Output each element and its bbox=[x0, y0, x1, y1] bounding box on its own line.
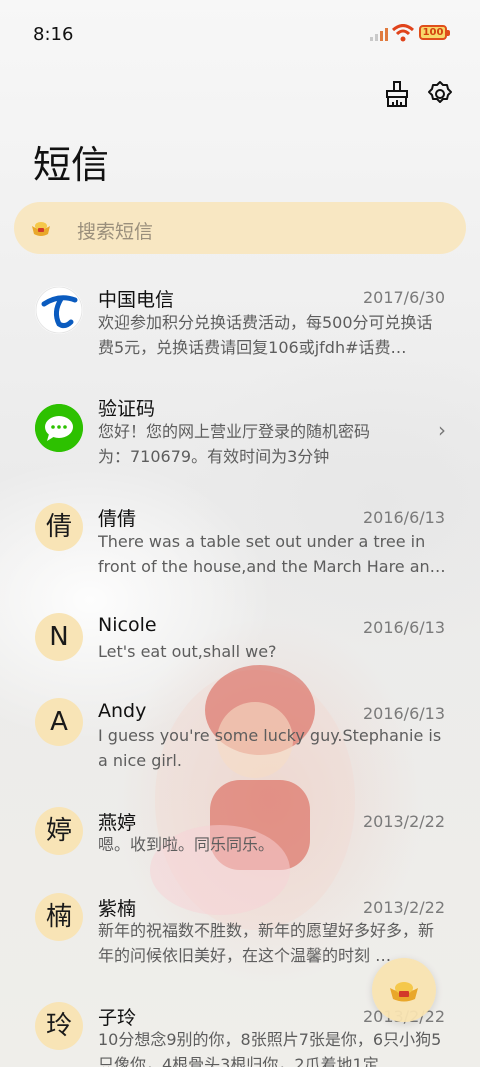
contact-name: 紫楠 bbox=[98, 898, 137, 920]
message-bubble-icon bbox=[35, 404, 83, 452]
wifi-icon bbox=[392, 24, 414, 42]
message-date: 2016/6/13 bbox=[362, 508, 445, 527]
gold-ingot-icon bbox=[390, 982, 418, 1002]
message-preview: Let's eat out,shall we? bbox=[98, 642, 277, 661]
message-preview: 欢迎参加积分兑换话费活动，每500分可兑换话费5元，兑换话费请回复106或jfd… bbox=[98, 313, 433, 357]
message-preview: There was a table set out under a tree i… bbox=[98, 532, 446, 576]
contact-name: 倩倩 bbox=[98, 508, 137, 530]
contact-name: Nicole bbox=[98, 614, 157, 636]
compose-button[interactable] bbox=[372, 958, 436, 1022]
gold-ingot-icon bbox=[32, 222, 50, 236]
avatar: 楠 bbox=[35, 893, 83, 941]
avatar: 倩 bbox=[35, 503, 83, 551]
chevron-right-icon: › bbox=[438, 418, 446, 442]
status-time: 8:16 bbox=[33, 24, 74, 45]
china-telecom-logo-icon bbox=[35, 286, 83, 334]
contact-name: Andy bbox=[98, 700, 147, 722]
avatar: N bbox=[35, 613, 83, 661]
message-preview: 您好！您的网上营业厅登录的随机密码为：710679。有效时间为3分钟 bbox=[98, 422, 371, 466]
contact-name: 子玲 bbox=[98, 1007, 137, 1029]
search-placeholder: 搜索短信 bbox=[77, 221, 154, 243]
message-preview: 10分想念9别的你，8张照片7张是你，6只小狗5只像你，4根骨头3根归你，2爪着… bbox=[98, 1030, 442, 1067]
contact-name: 燕婷 bbox=[98, 812, 137, 834]
search-bar[interactable]: 搜索短信 bbox=[14, 202, 466, 254]
message-date: 2016/6/13 bbox=[362, 704, 445, 723]
message-date: 2013/2/22 bbox=[362, 812, 445, 831]
status-bar: 8:16 100 bbox=[0, 0, 480, 66]
settings-gear-icon[interactable] bbox=[425, 79, 455, 109]
fortune-god-illustration bbox=[150, 665, 355, 930]
signal-icon bbox=[370, 28, 388, 41]
contact-name: 验证码 bbox=[98, 398, 156, 420]
page-title: 短信 bbox=[33, 143, 110, 187]
battery-level: 100 bbox=[422, 27, 444, 38]
message-date: 2016/6/13 bbox=[362, 618, 445, 637]
clean-brush-icon[interactable] bbox=[382, 79, 412, 109]
battery-icon: 100 bbox=[419, 25, 450, 40]
avatar: 玲 bbox=[35, 1002, 83, 1050]
avatar: A bbox=[35, 698, 83, 746]
message-date: 2013/2/22 bbox=[362, 898, 445, 917]
message-preview: 嗯。收到啦。同乐同乐。 bbox=[98, 835, 275, 854]
message-preview: I guess you're some lucky guy.Stephanie … bbox=[98, 726, 442, 770]
avatar: 婷 bbox=[35, 807, 83, 855]
message-date: 2017/6/30 bbox=[362, 288, 445, 307]
contact-name: 中国电信 bbox=[98, 289, 175, 311]
